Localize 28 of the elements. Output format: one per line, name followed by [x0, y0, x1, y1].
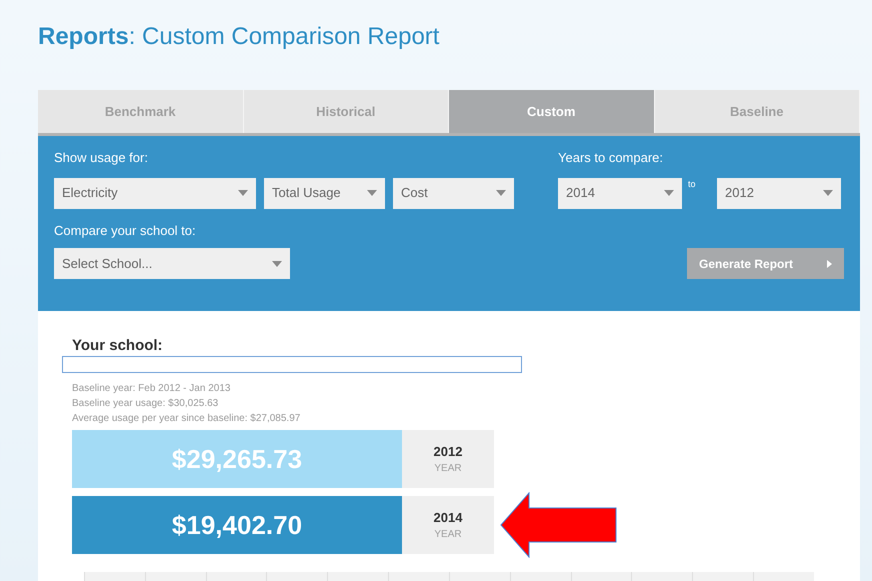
dropdown[interactable]: 2012 — [717, 178, 841, 208]
dropdown-caret-icon — [272, 260, 282, 266]
play-icon — [827, 260, 832, 268]
dropdown[interactable]: Electricity — [54, 178, 256, 208]
dropdown[interactable]: Total Usage — [264, 178, 385, 208]
dropdown[interactable]: Select School... — [54, 248, 290, 279]
year-value: 2012 — [434, 442, 462, 461]
dropdown-caret-icon — [664, 190, 674, 196]
to-label: to — [687, 178, 697, 190]
school-detail: Baseline year: Feb 2012 - Jan 2013 — [72, 382, 232, 396]
dropdown[interactable]: Cost — [393, 178, 514, 208]
dropdown[interactable]: 2014 — [558, 178, 682, 208]
year-unit: YEAR — [434, 528, 462, 542]
dropdown-caret-icon — [823, 190, 833, 196]
year-unit: YEAR — [434, 462, 462, 476]
dropdown-caret-icon — [367, 190, 377, 196]
amount-bar: $29,265.73 — [72, 430, 402, 488]
amount-bar: $19,402.70 — [72, 496, 402, 554]
dropdown-caret-icon — [238, 190, 248, 196]
school-heading: Your school: — [72, 337, 164, 356]
compare-label: Compare your school to: — [54, 222, 197, 240]
dropdown-caret-icon — [496, 190, 506, 196]
usage-label: Show usage for: — [54, 149, 149, 167]
years-label: Years to compare: — [558, 149, 664, 167]
page-title: Reports: Custom Comparison Report — [38, 22, 440, 52]
school-detail: Average usage per year since baseline: $27,085.97 — [72, 412, 302, 426]
school-detail: Baseline year usage: $30,025.63 — [72, 397, 220, 412]
year-value: 2014 — [434, 508, 462, 527]
